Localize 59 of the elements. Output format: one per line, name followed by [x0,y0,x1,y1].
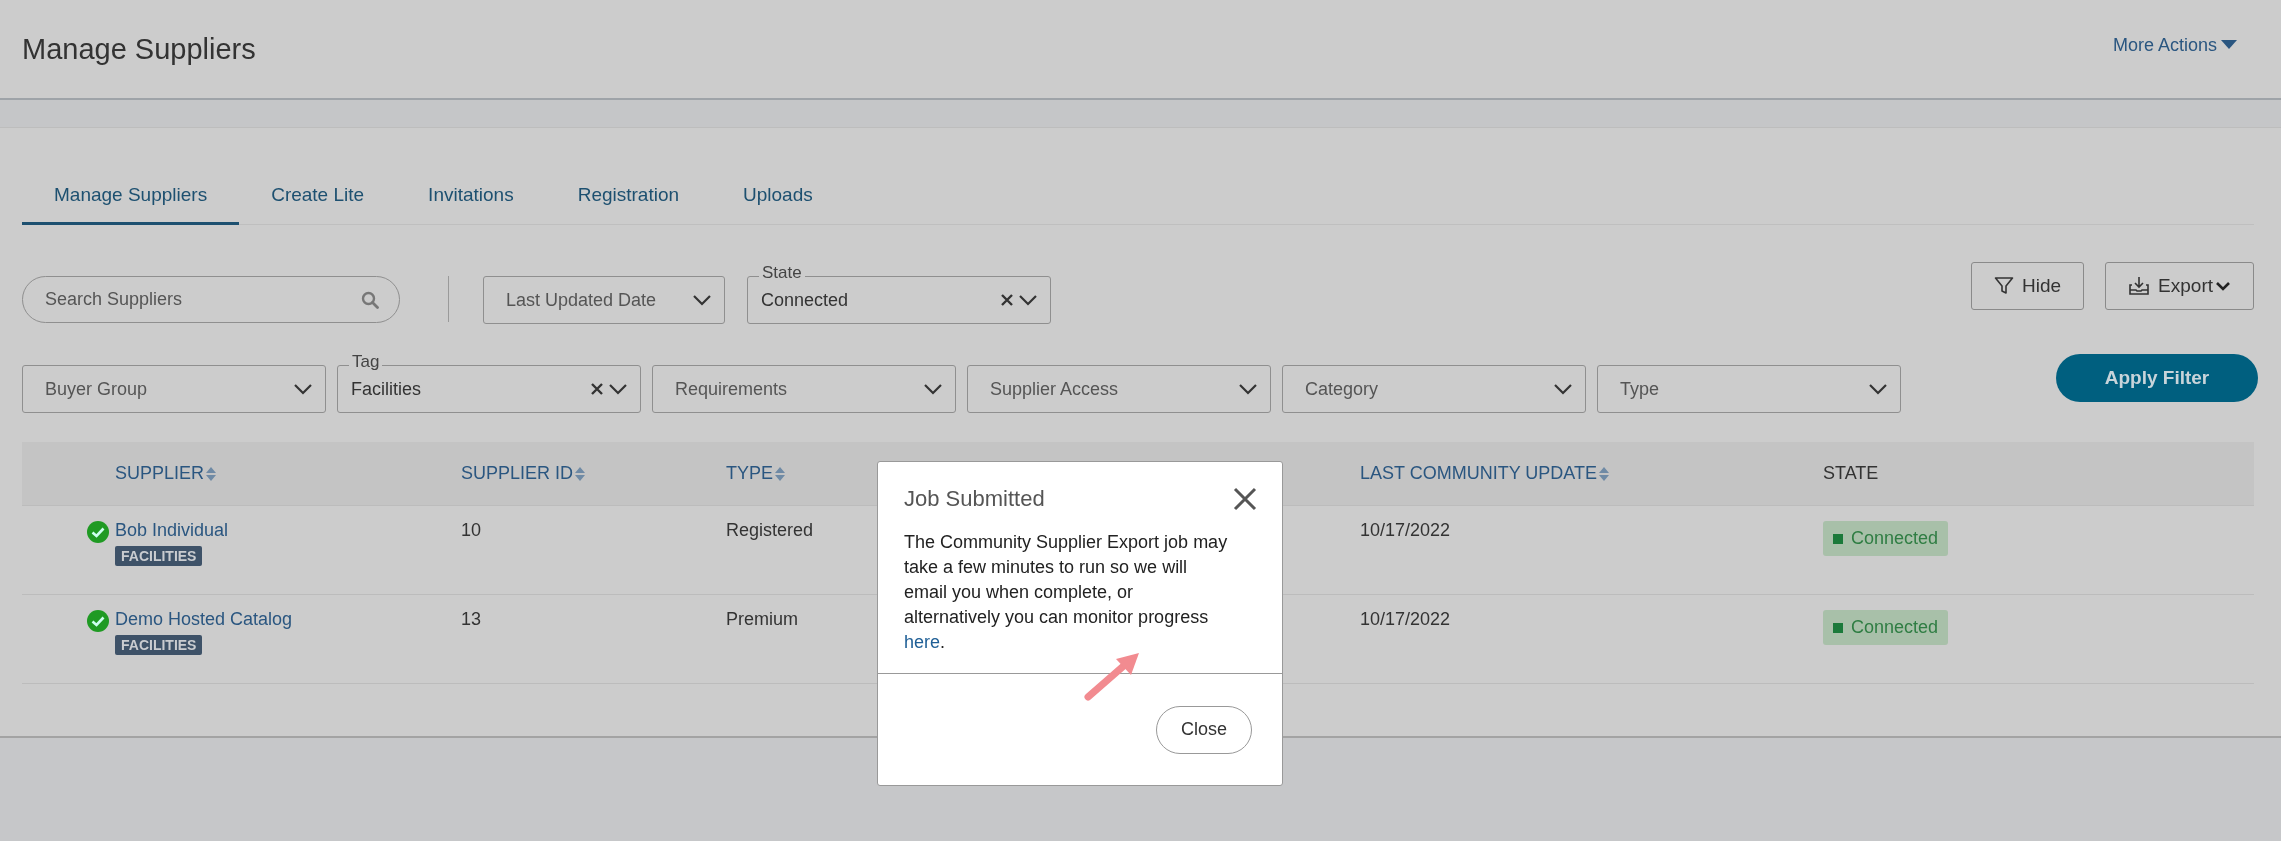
state-badge: Connected [1823,610,1949,645]
column-header: STATE [1823,463,1879,484]
dialog-title: Job Submitted [904,486,1045,512]
table-cell-text: 10 [461,520,483,541]
chevron-icon [923,383,943,395]
tab[interactable]: Invitations [396,170,546,225]
filter-dropdown[interactable]: Supplier Access [967,365,1271,413]
chevron-icon [608,383,628,395]
column-header[interactable]: SUPPLIER [115,463,217,484]
chevron-icon [293,383,313,395]
column-header[interactable]: SUPPLIER ID [461,463,586,484]
sort-icon [1599,465,1610,482]
tab[interactable]: Manage Suppliers [22,170,240,225]
filter-icon [1994,276,2014,296]
filter-dropdown[interactable]: Type [1597,365,1901,413]
here-link[interactable]: here [904,632,941,652]
sort-icon [775,465,785,482]
apply-filter-button[interactable]: Apply Filter [2056,354,2258,402]
tag-badge: FACILITIES [115,635,203,655]
tab[interactable]: Create Lite [239,170,397,225]
search-icon [361,290,379,309]
export-button[interactable]: Export [2105,262,2254,310]
filter-dropdown[interactable]: Requirements [652,365,956,413]
download-tray-icon [2128,276,2151,296]
table-cell: 10/17/2022 [1360,609,1451,629]
filter-dropdown[interactable]: Last Updated Date [483,276,725,324]
clear-icon [1000,293,1014,307]
filter-dropdown[interactable]: Category [1282,365,1586,413]
supplier-link[interactable]: Bob Individual [115,520,229,541]
chevron-icon [2215,281,2231,291]
page-title: Manage Suppliers [22,32,256,66]
chevron-icon [1868,383,1888,395]
hide-filters-button[interactable]: Hide [1971,262,2085,310]
filter-dropdown[interactable]: Buyer Group [22,365,326,413]
chevron-icon [692,294,712,306]
more-actions-link[interactable]: More Actions [2112,34,2237,56]
close-button[interactable] [1233,487,1257,511]
dialog-message: The Community Supplier Export job may take a few minutes to run so we will email you when complete, or alternatively you can monitor progress here. [904,531,1229,654]
state-badge: Connected [1823,521,1949,556]
close-dialog-button[interactable]: Close [1155,705,1252,754]
close-icon [1233,487,1257,511]
tab[interactable]: Uploads [711,170,845,225]
table-cell: Premium [726,609,798,629]
chevron-icon [1018,294,1038,306]
supplier-link[interactable]: Demo Hosted Catalog [115,609,293,630]
clear-icon [590,382,604,396]
table-cell: Registered [726,520,814,540]
chevron-icon [1553,383,1573,395]
table-cell: 10/17/2022 [1360,520,1451,540]
caret-icon [2221,40,2237,50]
sort-icon [206,465,217,482]
table-cell-text: 13 [461,609,483,630]
chevron-icon [1238,383,1258,395]
column-header[interactable]: TYPE [726,463,785,484]
sort-icon [575,465,586,482]
column-header[interactable]: LAST COMMUNITY UPDATE [1360,463,1610,484]
tag-badge: FACILITIES [115,546,203,566]
tab[interactable]: Registration [545,170,712,225]
filter-label: Tag [349,353,383,371]
